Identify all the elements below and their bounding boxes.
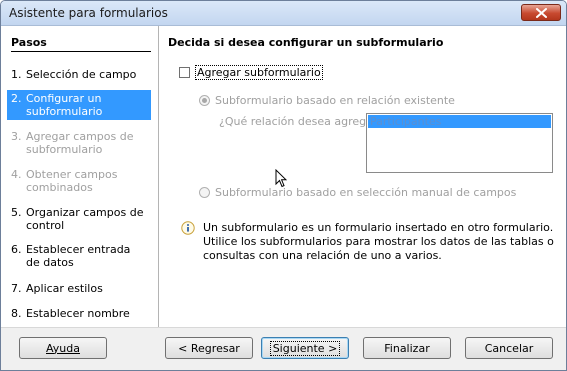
step-label: Aplicar estilos xyxy=(26,282,103,295)
info-icon xyxy=(181,221,195,235)
step-label: Establecer entrada de datos xyxy=(26,243,131,269)
steps-title: Pasos xyxy=(11,36,151,52)
radio-manual-fields-label: Subformulario basado en selección manual… xyxy=(215,186,517,199)
title-bar[interactable]: Asistente para formularios xyxy=(1,1,566,26)
step-field-selection[interactable]: 1. Selección de campo xyxy=(7,66,151,83)
radio-existing-relation-label: Subformulario basado en relación existen… xyxy=(215,94,455,107)
step-arrange-controls[interactable]: 5. Organizar campos de control xyxy=(7,204,151,234)
info-line-1: Un subformulario es un formulario insert… xyxy=(203,221,554,234)
close-button[interactable] xyxy=(521,4,561,21)
step-data-entry[interactable]: 6. Establecer entrada de datos xyxy=(7,241,151,271)
step-number: 2. xyxy=(11,92,22,105)
add-subform-checkbox[interactable] xyxy=(179,67,190,78)
help-button[interactable]: Ayuda xyxy=(19,337,107,359)
main-panel: Decida si desea configurar un subformula… xyxy=(159,26,566,327)
radio-manual-fields-row: Subformulario basado en selección manual… xyxy=(199,186,516,199)
mouse-pointer-icon xyxy=(275,169,287,188)
window-title: Asistente para formularios xyxy=(9,6,168,20)
finish-button-label: Finalizar xyxy=(384,341,430,355)
button-bar: Ayuda < Regresar Siguiente > Finalizar C… xyxy=(1,327,566,370)
next-button[interactable]: Siguiente > xyxy=(261,337,349,359)
radio-manual-fields xyxy=(199,187,210,198)
finish-button[interactable]: Finalizar xyxy=(363,337,451,359)
close-icon xyxy=(535,7,547,18)
add-subform-checkbox-row[interactable]: Agregar subformulario xyxy=(179,65,323,80)
step-label: Agregar campos de subformulario xyxy=(26,130,134,156)
next-button-label: Siguiente > xyxy=(269,340,341,356)
page-heading: Decida si desea configurar un subformula… xyxy=(168,36,444,49)
step-number: 5. xyxy=(11,206,22,219)
step-number: 6. xyxy=(11,243,22,256)
step-number: 3. xyxy=(11,130,22,143)
step-label: Organizar campos de control xyxy=(26,206,144,232)
step-apply-styles[interactable]: 7. Aplicar estilos xyxy=(7,280,151,297)
relation-question-label: ¿Qué relación desea agregar? xyxy=(219,115,384,128)
relation-listbox: Participantes xyxy=(366,113,553,173)
step-label: Configurar un subformulario xyxy=(26,92,103,118)
info-line-2: Utilice los subformularios para mostrar … xyxy=(203,235,554,262)
step-number: 1. xyxy=(11,68,22,81)
radio-existing-relation-row: Subformulario basado en relación existen… xyxy=(199,94,455,107)
step-label: Establecer nombre xyxy=(26,307,130,320)
step-label: Obtener campos combinados xyxy=(26,168,118,194)
back-button[interactable]: < Regresar xyxy=(165,337,253,359)
list-item: Participantes xyxy=(368,115,551,128)
add-subform-label[interactable]: Agregar subformulario xyxy=(195,65,323,80)
wizard-window: Asistente para formularios Pasos 1. Selec… xyxy=(0,0,567,371)
step-configure-subform[interactable]: 2. Configurar un subformulario xyxy=(7,90,151,120)
step-number: 8. xyxy=(11,307,22,320)
step-number: 7. xyxy=(11,282,22,295)
step-get-joined-fields: 4. Obtener campos combinados xyxy=(7,166,151,196)
step-label: Selección de campo xyxy=(26,68,137,81)
radio-existing-relation xyxy=(199,95,210,106)
step-number: 4. xyxy=(11,168,22,181)
step-set-name[interactable]: 8. Establecer nombre xyxy=(7,305,151,322)
cancel-button-label: Cancelar xyxy=(484,341,534,355)
info-text: Un subformulario es un formulario insert… xyxy=(203,221,558,263)
help-button-label: Ayuda xyxy=(46,341,80,355)
cancel-button[interactable]: Cancelar xyxy=(465,337,553,359)
back-button-label: < Regresar xyxy=(178,341,240,355)
step-add-subform-fields: 3. Agregar campos de subformulario xyxy=(7,128,151,158)
dialog-client: Pasos 1. Selección de campo 2. Configurar … xyxy=(1,26,566,370)
steps-sidebar: Pasos 1. Selección de campo 2. Configurar … xyxy=(1,26,159,327)
